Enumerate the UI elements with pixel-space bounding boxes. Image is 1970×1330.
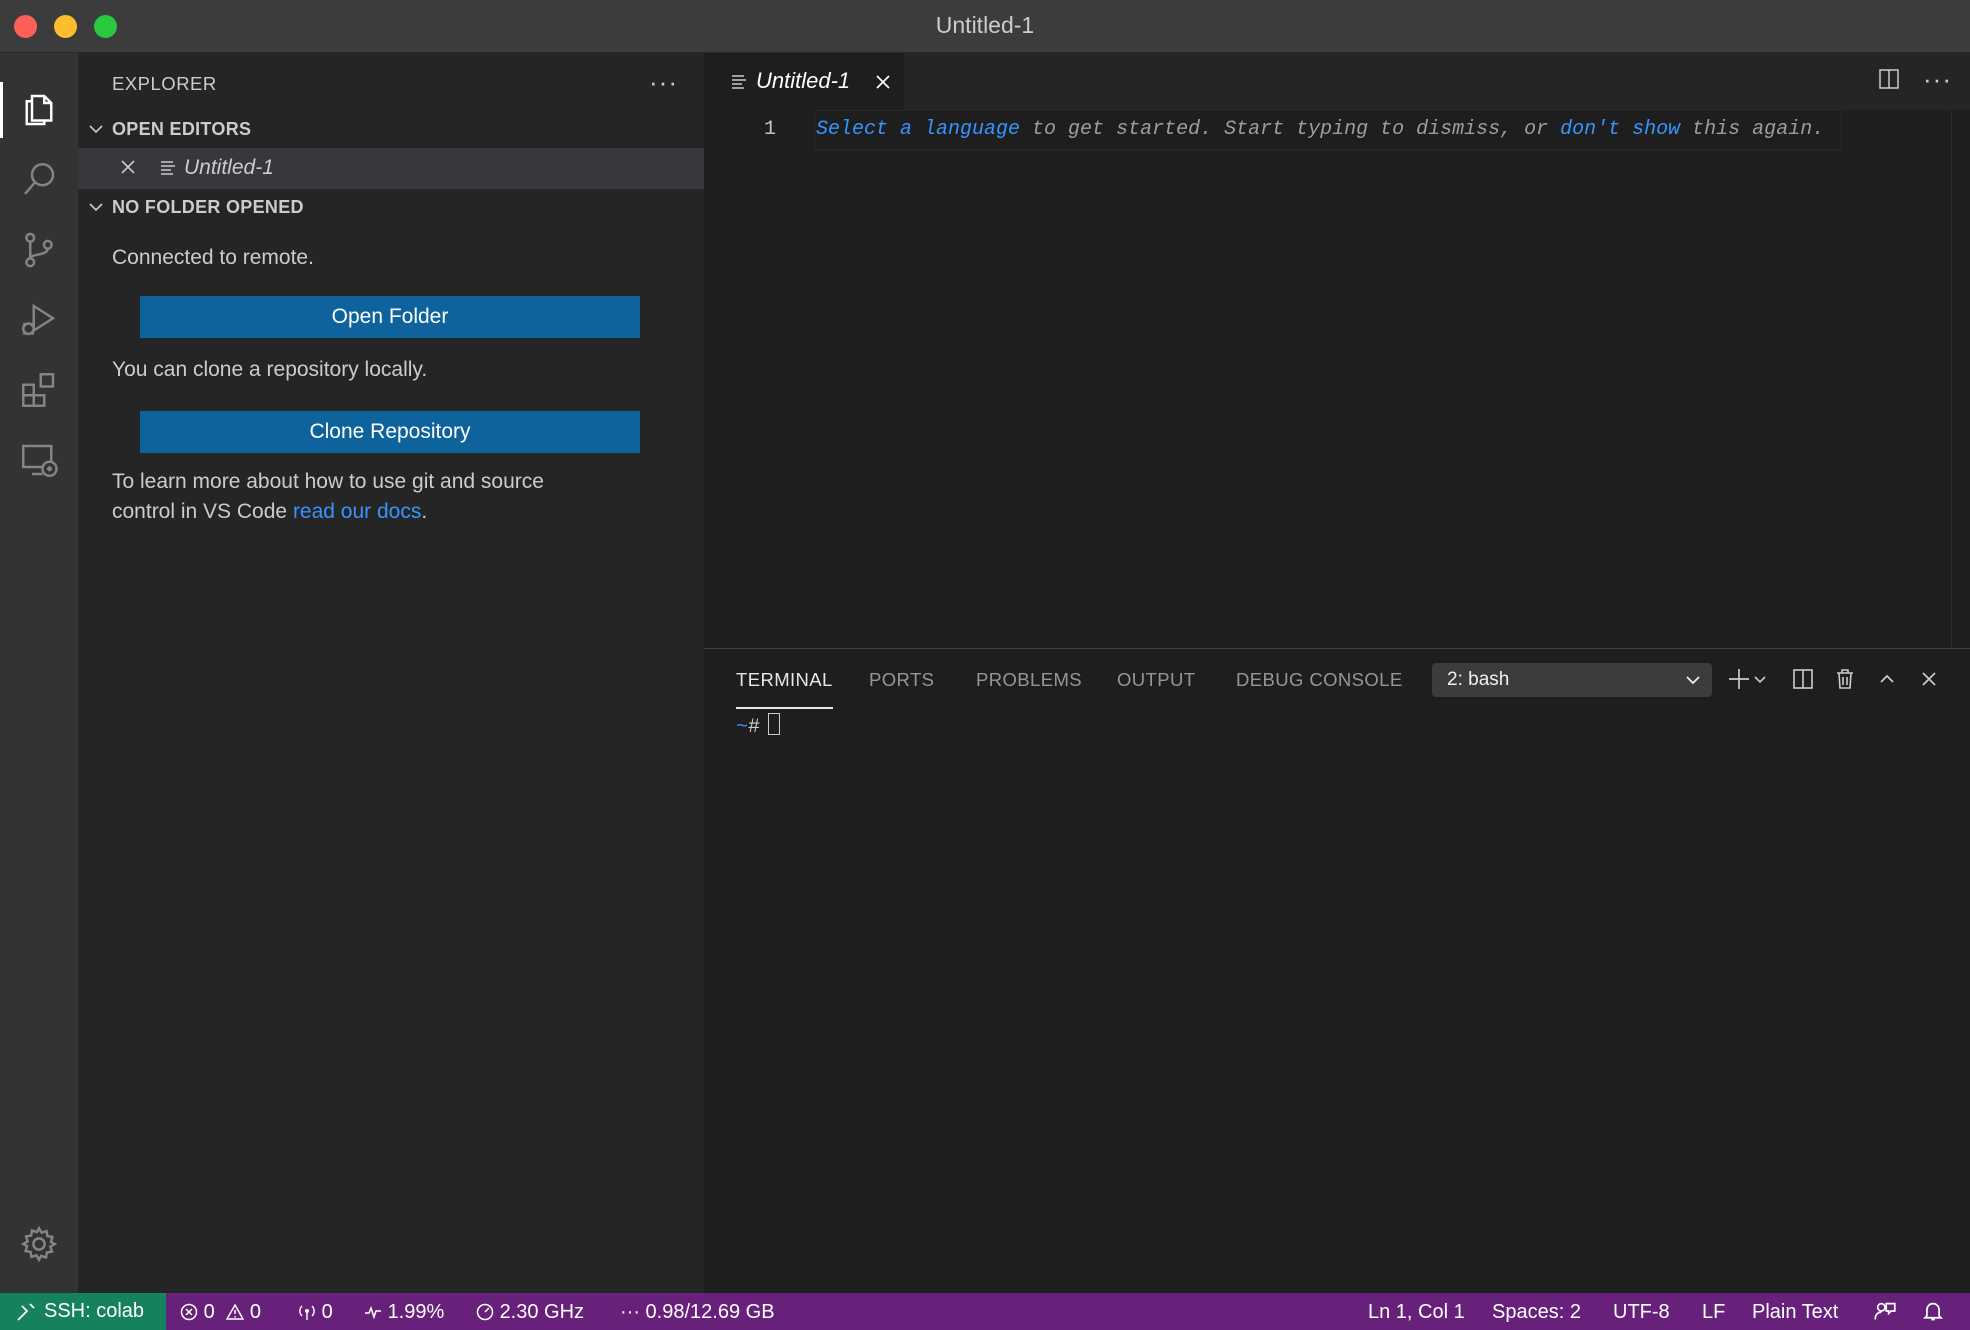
close-icon[interactable] bbox=[1916, 665, 1942, 693]
window-title: Untitled-1 bbox=[935, 12, 1035, 38]
remote-explorer-icon[interactable] bbox=[0, 424, 78, 496]
pulse-icon bbox=[365, 1305, 381, 1320]
connected-text: Connected to remote. bbox=[112, 246, 314, 269]
gear-icon[interactable] bbox=[0, 1208, 78, 1280]
chevron-down-icon bbox=[89, 203, 103, 212]
editor-tab-bar: Untitled-1 ··· bbox=[704, 53, 1970, 110]
clone-text: You can clone a repository locally. bbox=[112, 358, 428, 381]
error-count: 0 bbox=[203, 1301, 215, 1323]
frequency-indicator[interactable]: 2.30 GHz bbox=[476, 1300, 584, 1324]
source-control-icon[interactable] bbox=[0, 214, 78, 286]
editor-more-actions-button[interactable]: ··· bbox=[1923, 66, 1952, 92]
prompt-hash: # bbox=[748, 716, 761, 739]
memory-usage: 0.98/12.69 GB bbox=[645, 1301, 775, 1323]
ports-indicator[interactable]: 0 bbox=[298, 1300, 333, 1324]
activity-bar bbox=[0, 53, 78, 1293]
chevron-down-icon bbox=[89, 125, 103, 134]
terminal-select-value: 2: bash bbox=[1447, 669, 1510, 690]
close-icon[interactable] bbox=[874, 73, 892, 91]
remote-indicator[interactable]: SSH: colab bbox=[0, 1293, 166, 1330]
hint-text-end: this again. bbox=[1680, 118, 1825, 141]
dashboard-icon bbox=[476, 1303, 494, 1321]
learn-more-suffix: . bbox=[421, 500, 428, 523]
new-terminal-icon[interactable] bbox=[1726, 665, 1752, 693]
title-bar: Untitled-1 bbox=[0, 0, 1970, 53]
explorer-icon[interactable] bbox=[0, 74, 78, 146]
sidebar-title: EXPLORER bbox=[112, 73, 217, 94]
remote-label: SSH: colab bbox=[44, 1300, 145, 1322]
code-line[interactable]: 1 Select a language to get started. Star… bbox=[704, 110, 1970, 150]
open-folder-button[interactable]: Open Folder bbox=[140, 296, 640, 338]
select-language-link[interactable]: Select a language bbox=[816, 118, 1020, 141]
remote-icon bbox=[17, 1303, 35, 1321]
text-file-icon bbox=[161, 161, 175, 175]
tab-output[interactable]: OUTPUT bbox=[1117, 669, 1195, 707]
language-hint: Select a language to get started. Start … bbox=[816, 118, 1824, 141]
hint-text: to get started. Start typing to dismiss,… bbox=[1020, 118, 1561, 141]
run-debug-icon[interactable] bbox=[0, 284, 78, 356]
open-editors-section-header[interactable]: OPEN EDITORS bbox=[78, 111, 704, 147]
terminal-cursor bbox=[768, 713, 781, 735]
ellipsis-icon: ··· bbox=[620, 1301, 640, 1323]
cpu-usage: 1.99% bbox=[387, 1301, 445, 1323]
warning-count: 0 bbox=[249, 1301, 261, 1323]
trash-icon[interactable] bbox=[1832, 665, 1858, 693]
cursor-position[interactable]: Ln 1, Col 1 bbox=[1368, 1300, 1465, 1324]
eol-indicator[interactable]: LF bbox=[1702, 1300, 1725, 1324]
editor-tab-untitled[interactable]: Untitled-1 bbox=[704, 53, 904, 110]
tab-ports[interactable]: PORTS bbox=[869, 669, 934, 707]
prompt-tilde: ~ bbox=[736, 716, 749, 739]
learn-more-line2: control in VS Code bbox=[112, 500, 293, 523]
split-terminal-icon[interactable] bbox=[1790, 665, 1816, 693]
cpu-frequency: 2.30 GHz bbox=[499, 1301, 585, 1323]
tab-terminal[interactable]: TERMINAL bbox=[736, 669, 833, 709]
bottom-panel: TERMINAL PORTS PROBLEMS OUTPUT DEBUG CON… bbox=[704, 648, 1970, 1294]
editor-tab-label: Untitled-1 bbox=[756, 68, 851, 93]
editor-scrollbar-track[interactable] bbox=[1951, 110, 1952, 648]
search-icon[interactable] bbox=[0, 144, 78, 216]
explorer-sidebar: EXPLORER ··· OPEN EDITORS Untitled-1 NO … bbox=[78, 53, 704, 1293]
clone-repository-button[interactable]: Clone Repository bbox=[140, 411, 640, 453]
encoding-indicator[interactable]: UTF-8 bbox=[1613, 1300, 1670, 1324]
line-number: 1 bbox=[763, 118, 776, 141]
terminal-prompt[interactable]: ~# bbox=[736, 713, 781, 739]
terminal-select[interactable]: 2: bash bbox=[1432, 663, 1712, 697]
open-editors-title: OPEN EDITORS bbox=[112, 119, 252, 139]
editor-actions: ··· bbox=[1877, 66, 1952, 92]
memory-indicator[interactable]: ··· 0.98/12.69 GB bbox=[620, 1300, 775, 1324]
no-folder-title: NO FOLDER OPENED bbox=[112, 197, 304, 217]
chevron-down-icon bbox=[1686, 676, 1700, 685]
tab-problems[interactable]: PROBLEMS bbox=[976, 669, 1082, 707]
learn-more-line1: To learn more about how to use git and s… bbox=[112, 470, 544, 493]
cpu-indicator[interactable]: 1.99% bbox=[364, 1300, 444, 1324]
language-mode-indicator[interactable]: Plain Text bbox=[1752, 1300, 1838, 1324]
learn-more-text: To learn more about how to use git and s… bbox=[112, 467, 544, 527]
extensions-icon[interactable] bbox=[0, 354, 78, 426]
status-bar: SSH: colab 0 0 0 1.99% 2.30 GHz ··· 0.98… bbox=[0, 1293, 1970, 1330]
read-docs-link[interactable]: read our docs bbox=[293, 500, 421, 523]
feedback-icon[interactable] bbox=[1874, 1300, 1896, 1324]
problems-indicator[interactable]: 0 0 bbox=[180, 1300, 261, 1324]
no-folder-section-header[interactable]: NO FOLDER OPENED bbox=[78, 189, 704, 225]
error-icon bbox=[180, 1303, 198, 1321]
tab-debug-console[interactable]: DEBUG CONSOLE bbox=[1236, 669, 1403, 707]
dont-show-link[interactable]: don't show bbox=[1560, 118, 1680, 141]
indentation-indicator[interactable]: Spaces: 2 bbox=[1492, 1300, 1581, 1324]
notifications-bell-icon[interactable] bbox=[1922, 1300, 1944, 1324]
open-editor-name: Untitled-1 bbox=[184, 156, 274, 179]
broadcast-icon bbox=[299, 1305, 315, 1320]
text-file-icon bbox=[732, 75, 746, 89]
split-editor-icon[interactable] bbox=[1877, 67, 1901, 91]
editor-area: Untitled-1 ··· 1 Select a language to ge… bbox=[704, 53, 1970, 648]
chevron-down-icon[interactable] bbox=[1752, 665, 1768, 693]
ports-count: 0 bbox=[321, 1301, 333, 1323]
open-editor-item[interactable]: Untitled-1 bbox=[78, 148, 704, 188]
warning-icon bbox=[225, 1303, 245, 1320]
sidebar-more-actions-button[interactable]: ··· bbox=[649, 67, 678, 98]
close-icon[interactable] bbox=[119, 158, 137, 176]
chevron-up-icon[interactable] bbox=[1874, 665, 1900, 693]
